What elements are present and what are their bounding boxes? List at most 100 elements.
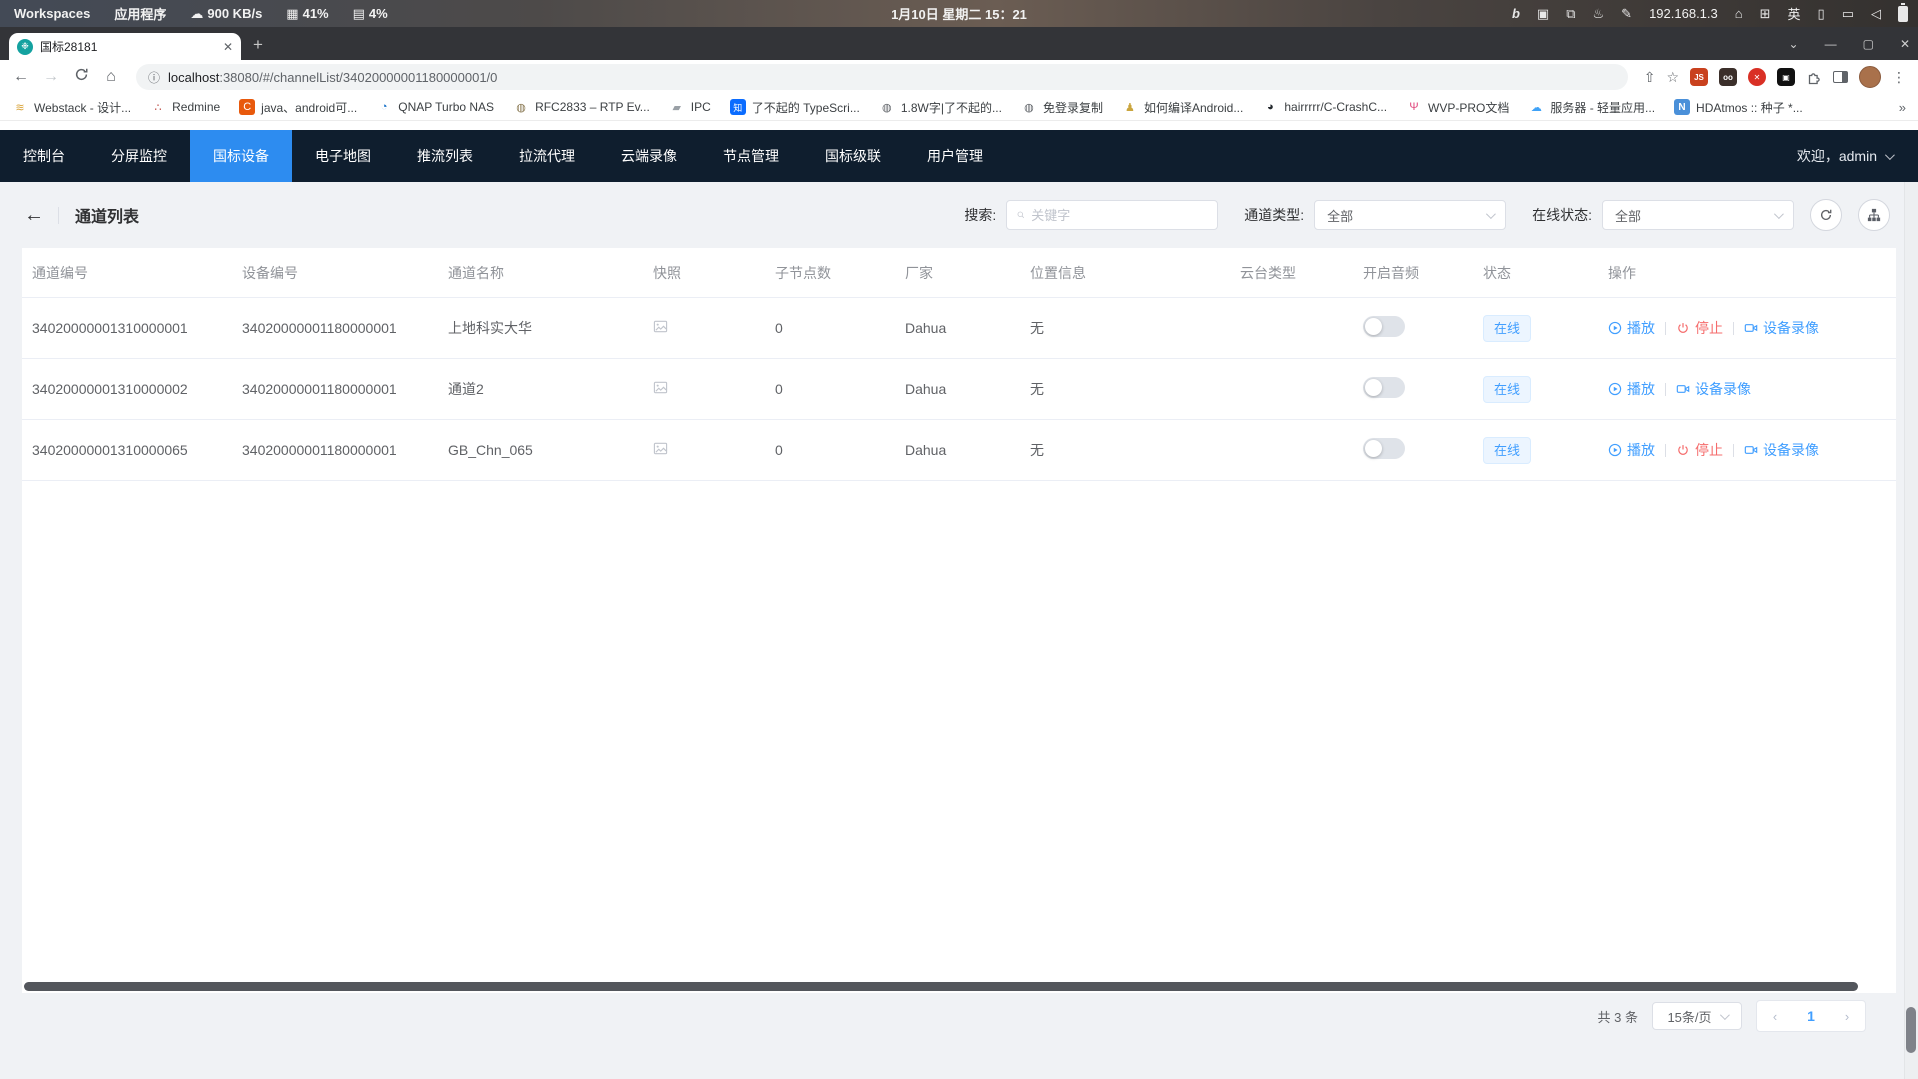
display-tray-icon[interactable]: ▭ xyxy=(1842,6,1854,22)
address-bar[interactable]: ⓘ localhost:38080/#/channelList/34020000… xyxy=(136,64,1628,90)
new-tab-button[interactable]: + xyxy=(253,35,263,55)
audio-toggle[interactable] xyxy=(1363,316,1405,337)
reload-button[interactable] xyxy=(68,67,94,87)
bookmark-item[interactable]: NHDAtmos :: 种子 *... xyxy=(1674,99,1803,116)
bookmark-item[interactable]: ΨWVP-PRO文档 xyxy=(1406,99,1509,116)
play-button[interactable]: 播放 xyxy=(1608,440,1655,460)
horizontal-scrollbar-thumb[interactable] xyxy=(24,982,1858,991)
snapshot-icon[interactable] xyxy=(653,319,668,334)
extension-js-icon[interactable]: JS xyxy=(1690,68,1708,86)
device-record-button[interactable]: 设备录像 xyxy=(1676,379,1751,399)
next-page-button[interactable]: › xyxy=(1829,1009,1865,1024)
nav-item-pull-proxy[interactable]: 拉流代理 xyxy=(496,130,598,182)
workspaces-button[interactable]: Workspaces xyxy=(14,6,90,21)
tab-search-icon[interactable]: ⌄ xyxy=(1789,37,1799,51)
audio-toggle[interactable] xyxy=(1363,438,1405,459)
clipboard-tray-icon[interactable]: ⧉ xyxy=(1566,6,1575,22)
vertical-scrollbar-thumb[interactable] xyxy=(1906,1007,1916,1053)
caffeine-tray-icon[interactable]: ♨ xyxy=(1593,6,1605,22)
bookmarks-overflow-icon[interactable]: » xyxy=(1899,100,1906,115)
input-language-indicator[interactable]: 英 xyxy=(1788,4,1801,23)
bookmark-item[interactable]: ◍1.8W字|了不起的... xyxy=(879,99,1002,116)
nav-item-node-manage[interactable]: 节点管理 xyxy=(700,130,802,182)
page-body: ← 通道列表 搜索: 通道类型: 全部 在线状态: 全部 xyxy=(0,182,1918,1079)
back-arrow-icon[interactable]: ← xyxy=(24,204,44,227)
profile-avatar[interactable] xyxy=(1859,66,1881,88)
extension-camera-blocked-icon[interactable]: ✕ xyxy=(1748,68,1766,86)
channel-type-select[interactable]: 全部 xyxy=(1314,200,1506,230)
nav-item-push-list[interactable]: 推流列表 xyxy=(394,130,496,182)
screenshot-tray-icon[interactable]: ▣ xyxy=(1537,6,1549,22)
current-page-number[interactable]: 1 xyxy=(1793,1008,1829,1024)
bookmark-item[interactable]: ◕hairrrrr/C-CrashC... xyxy=(1262,99,1387,115)
bookmark-item[interactable]: ♟如何编译Android... xyxy=(1122,99,1243,116)
workspace-tray-icon[interactable]: ⊞ xyxy=(1760,6,1771,22)
prev-page-button[interactable]: ‹ xyxy=(1757,1009,1793,1024)
device-record-button[interactable]: 设备录像 xyxy=(1744,440,1819,460)
ip-address[interactable]: 192.168.1.3 xyxy=(1649,6,1718,21)
nav-item-console[interactable]: 控制台 xyxy=(0,130,88,182)
applications-button[interactable]: 应用程序 xyxy=(114,4,166,23)
bookmark-item[interactable]: ◍RFC2833 – RTP Ev... xyxy=(513,99,650,115)
bing-tray-icon[interactable]: b xyxy=(1512,6,1520,21)
tab-close-icon[interactable]: ✕ xyxy=(223,40,233,54)
bookmark-favicon: ≋ xyxy=(12,99,28,115)
status-badge: 在线 xyxy=(1483,437,1531,464)
forward-button[interactable]: → xyxy=(38,68,64,86)
window-close-button[interactable]: ✕ xyxy=(1900,37,1910,51)
stop-button[interactable]: 停止 xyxy=(1676,440,1723,460)
bookmark-star-icon[interactable]: ☆ xyxy=(1666,69,1679,86)
page-size-select[interactable]: 15条/页 xyxy=(1652,1002,1742,1030)
side-panel-icon[interactable] xyxy=(1833,71,1848,83)
nav-item-gb-device[interactable]: 国标设备 xyxy=(190,130,292,182)
snapshot-icon[interactable] xyxy=(653,380,668,395)
share-icon[interactable]: ⇧ xyxy=(1644,69,1656,86)
home-button[interactable]: ⌂ xyxy=(98,68,124,86)
phone-tray-icon[interactable]: ▯ xyxy=(1818,6,1825,22)
bookmark-item[interactable]: Cjava、android可... xyxy=(239,99,357,116)
stop-button[interactable]: 停止 xyxy=(1676,318,1723,338)
site-info-icon[interactable]: ⓘ xyxy=(148,69,160,86)
bookmark-folder[interactable]: ▰IPC xyxy=(669,99,711,115)
record-icon xyxy=(1744,443,1758,457)
online-status-select[interactable]: 全部 xyxy=(1602,200,1794,230)
bookmark-item[interactable]: ≋Webstack - 设计... xyxy=(12,99,131,116)
bookmark-item[interactable]: ◔QNAP Turbo NAS xyxy=(376,99,494,115)
battery-icon[interactable] xyxy=(1898,6,1908,22)
user-menu[interactable]: 欢迎，admin xyxy=(1797,146,1918,166)
search-input[interactable] xyxy=(1031,208,1207,223)
snapshot-icon[interactable] xyxy=(653,441,668,456)
bookmark-item[interactable]: ☁服务器 - 轻量应用... xyxy=(1528,99,1655,116)
color-picker-tray-icon[interactable]: ✎ xyxy=(1621,6,1632,22)
extension-mask-icon[interactable]: oo xyxy=(1719,68,1737,86)
search-icon xyxy=(1017,208,1025,222)
os-top-bar: Workspaces 应用程序 ☁ 900 KB/s ▦ 41% ▤ 4% 1月… xyxy=(0,0,1918,27)
device-record-button[interactable]: 设备录像 xyxy=(1744,318,1819,338)
home-tray-icon[interactable]: ⌂ xyxy=(1735,6,1743,21)
play-button[interactable]: 播放 xyxy=(1608,318,1655,338)
volume-tray-icon[interactable]: ◁ xyxy=(1871,6,1881,22)
refresh-button[interactable] xyxy=(1810,199,1842,231)
window-minimize-button[interactable]: — xyxy=(1825,37,1837,51)
bookmark-item[interactable]: ∴Redmine xyxy=(150,99,220,115)
play-icon xyxy=(1608,321,1622,335)
nav-item-emap[interactable]: 电子地图 xyxy=(292,130,394,182)
browser-menu-icon[interactable]: ⋮ xyxy=(1892,69,1906,86)
audio-toggle[interactable] xyxy=(1363,377,1405,398)
nav-item-user-manage[interactable]: 用户管理 xyxy=(904,130,1006,182)
play-button[interactable]: 播放 xyxy=(1608,379,1655,399)
extensions-puzzle-icon[interactable] xyxy=(1806,69,1822,85)
nav-item-split-monitor[interactable]: 分屏监控 xyxy=(88,130,190,182)
bookmark-item[interactable]: ◍免登录复制 xyxy=(1021,99,1103,116)
window-maximize-button[interactable]: ▢ xyxy=(1863,37,1874,51)
browser-tab[interactable]: ❉ 国标28181 ✕ xyxy=(9,33,241,60)
tree-view-button[interactable] xyxy=(1858,199,1890,231)
action-divider xyxy=(1733,444,1734,457)
vertical-scrollbar[interactable] xyxy=(1904,182,1918,1079)
back-button[interactable]: ← xyxy=(8,68,34,86)
nav-item-gb-cascade[interactable]: 国标级联 xyxy=(802,130,904,182)
extension-screen-icon[interactable]: ▣ xyxy=(1777,68,1795,86)
bookmark-item[interactable]: 知了不起的 TypeScri... xyxy=(730,99,860,116)
nav-item-cloud-record[interactable]: 云端录像 xyxy=(598,130,700,182)
play-icon xyxy=(1608,443,1622,457)
